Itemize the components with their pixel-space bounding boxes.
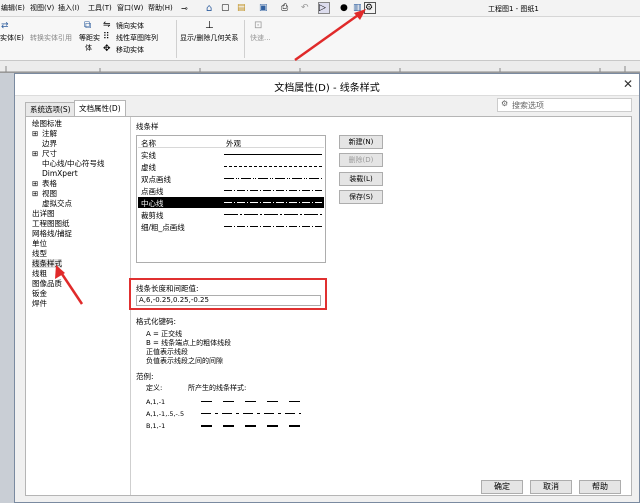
arrow-head [354, 9, 366, 20]
arrow-to-options [294, 11, 362, 62]
annotation-arrows [55, 9, 366, 305]
arrow-to-line-style [58, 270, 84, 305]
